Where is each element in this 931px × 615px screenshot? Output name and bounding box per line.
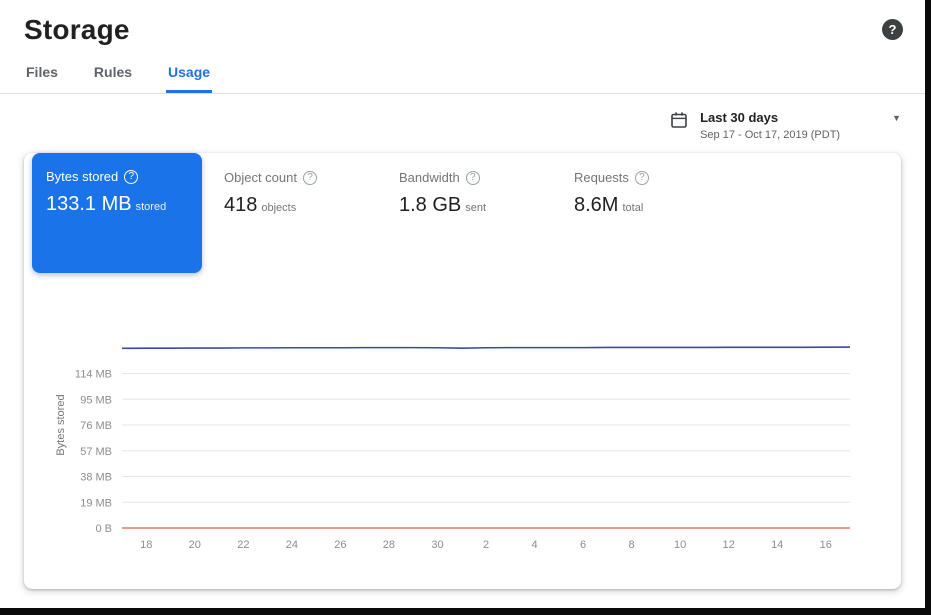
svg-text:Bytes stored: Bytes stored [55, 394, 67, 455]
bytes-stored-line-chart: 0 B19 MB38 MB57 MB76 MB95 MB114 MB182022… [50, 301, 880, 563]
metric-label-row: Bytes stored ? [46, 169, 188, 184]
storage-usage-page: Storage ? Files Rules Usage Last 30 days… [0, 0, 925, 608]
svg-text:20: 20 [189, 539, 201, 551]
svg-text:22: 22 [237, 539, 249, 551]
svg-text:19 MB: 19 MB [80, 497, 112, 509]
metric-unit: total [622, 202, 643, 214]
svg-text:16: 16 [820, 539, 832, 551]
metric-label: Bandwidth [399, 170, 460, 185]
svg-text:57 MB: 57 MB [80, 446, 112, 458]
metric-label: Object count [224, 170, 297, 185]
svg-text:8: 8 [629, 539, 635, 551]
tab-usage[interactable]: Usage [166, 54, 212, 93]
metric-value-row: 8.6M total [574, 194, 749, 217]
metric-value: 418 [224, 194, 257, 216]
date-range-detail: Sep 17 - Oct 17, 2019 (PDT) [700, 129, 852, 141]
date-range-picker[interactable]: Last 30 days Sep 17 - Oct 17, 2019 (PDT)… [670, 110, 901, 141]
help-circle-icon[interactable]: ? [124, 170, 138, 184]
metric-value-row: 133.1 MB stored [46, 193, 188, 216]
metric-object-count[interactable]: Object count ? 418 objects [224, 153, 399, 217]
tab-bar: Files Rules Usage [0, 54, 925, 94]
metric-label-row: Requests ? [574, 170, 749, 185]
calendar-icon [670, 111, 688, 134]
help-circle-icon[interactable]: ? [303, 171, 317, 185]
svg-text:18: 18 [140, 539, 152, 551]
svg-text:12: 12 [723, 539, 735, 551]
usage-card: Bytes stored ? 133.1 MB stored Object cou… [24, 153, 901, 589]
svg-text:0 B: 0 B [95, 523, 112, 535]
metric-value: 133.1 MB [46, 193, 132, 215]
svg-text:114 MB: 114 MB [75, 369, 112, 381]
usage-chart: 0 B19 MB38 MB57 MB76 MB95 MB114 MB182022… [24, 301, 901, 568]
metric-value-row: 1.8 GB sent [399, 194, 574, 217]
help-circle-icon[interactable]: ? [466, 171, 480, 185]
svg-text:10: 10 [674, 539, 686, 551]
svg-text:2: 2 [483, 539, 489, 551]
svg-text:6: 6 [580, 539, 586, 551]
svg-text:14: 14 [771, 539, 783, 551]
metric-value: 1.8 GB [399, 194, 461, 216]
svg-text:28: 28 [383, 539, 395, 551]
svg-text:30: 30 [431, 539, 443, 551]
metric-unit: sent [465, 202, 486, 214]
metric-bytes-stored[interactable]: Bytes stored ? 133.1 MB stored [32, 153, 202, 273]
svg-text:4: 4 [531, 539, 537, 551]
page-header: Storage ? [0, 0, 925, 46]
metric-bandwidth[interactable]: Bandwidth ? 1.8 GB sent [399, 153, 574, 217]
date-range-row: Last 30 days Sep 17 - Oct 17, 2019 (PDT)… [0, 94, 925, 149]
svg-text:26: 26 [334, 539, 346, 551]
metric-label: Bytes stored [46, 169, 118, 184]
metric-unit: objects [261, 202, 296, 214]
tab-files[interactable]: Files [24, 54, 60, 93]
page-title: Storage [24, 14, 130, 46]
metric-value-row: 418 objects [224, 194, 399, 217]
metric-unit: stored [136, 201, 167, 213]
metric-label: Requests [574, 170, 629, 185]
help-icon[interactable]: ? [882, 19, 903, 40]
metric-label-row: Object count ? [224, 170, 399, 185]
svg-text:76 MB: 76 MB [80, 420, 112, 432]
metric-selector: Bytes stored ? 133.1 MB stored Object cou… [24, 153, 901, 273]
metric-requests[interactable]: Requests ? 8.6M total [574, 153, 749, 217]
metric-value: 8.6M [574, 194, 618, 216]
svg-text:24: 24 [286, 539, 298, 551]
tab-rules[interactable]: Rules [92, 54, 134, 93]
svg-text:95 MB: 95 MB [80, 394, 112, 406]
svg-text:38 MB: 38 MB [80, 472, 112, 484]
help-circle-icon[interactable]: ? [635, 171, 649, 185]
chevron-down-icon: ▼ [892, 113, 901, 123]
metric-label-row: Bandwidth ? [399, 170, 574, 185]
date-range-texts: Last 30 days Sep 17 - Oct 17, 2019 (PDT) [700, 110, 852, 141]
date-range-label: Last 30 days [700, 110, 852, 125]
